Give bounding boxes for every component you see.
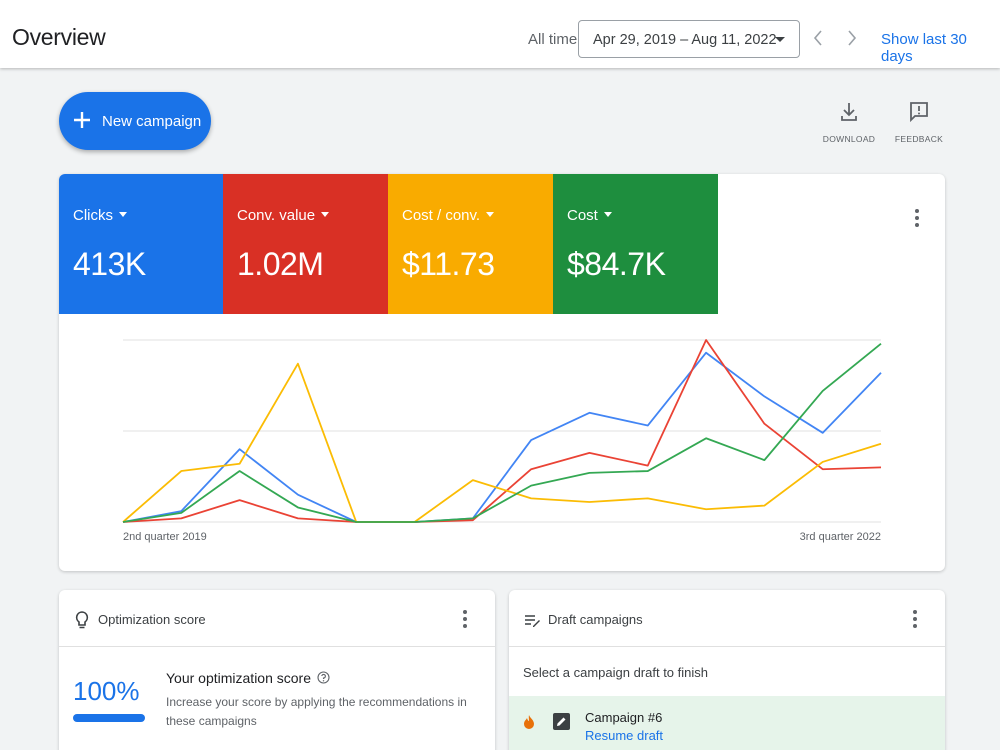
optimization-heading-text: Your optimization score bbox=[166, 670, 312, 686]
show-last-30-days-link[interactable]: Show last 30 days bbox=[881, 31, 1000, 65]
metric-label-text: Conv. value bbox=[237, 207, 316, 224]
date-range-value: Apr 29, 2019 – Aug 11, 2022 bbox=[593, 32, 777, 48]
draft-instruction: Select a campaign draft to finish bbox=[523, 665, 708, 680]
help-icon[interactable] bbox=[317, 671, 330, 684]
draft-list-item[interactable]: Campaign #6 Resume draft bbox=[509, 696, 945, 750]
metric-value: $11.73 bbox=[402, 246, 495, 282]
new-campaign-label: New campaign bbox=[102, 113, 202, 130]
lightbulb-icon bbox=[75, 611, 89, 629]
fire-icon bbox=[524, 715, 534, 729]
dropdown-arrow-icon bbox=[603, 212, 612, 217]
card-title: Draft campaigns bbox=[548, 612, 643, 627]
more-vert-icon bbox=[913, 610, 917, 628]
more-vert-icon bbox=[463, 610, 467, 628]
plus-icon bbox=[74, 112, 90, 128]
card-header: Optimization score bbox=[59, 590, 495, 647]
draft-campaigns-card: Draft campaigns Select a campaign draft … bbox=[509, 590, 945, 750]
feedback-button[interactable]: FEEDBACK bbox=[889, 100, 949, 144]
new-campaign-button[interactable]: New campaign bbox=[59, 92, 211, 150]
optimization-score-bar bbox=[73, 714, 145, 722]
download-icon bbox=[841, 103, 857, 121]
download-label: DOWNLOAD bbox=[822, 134, 876, 144]
draft-list-icon bbox=[525, 615, 540, 627]
performance-card: Clicks 413K Conv. value 1.02M Cost / con… bbox=[59, 174, 945, 571]
x-axis-label-end: 3rd quarter 2022 bbox=[799, 531, 881, 543]
date-range-select[interactable]: Apr 29, 2019 – Aug 11, 2022 bbox=[578, 20, 800, 58]
optimization-more-options-button[interactable] bbox=[457, 607, 473, 631]
metric-label[interactable]: Cost bbox=[567, 207, 612, 224]
metric-label[interactable]: Clicks bbox=[73, 207, 127, 224]
optimization-score-card: Optimization score 100% Your optimizatio… bbox=[59, 590, 495, 750]
feedback-label: FEEDBACK bbox=[894, 134, 944, 144]
x-axis-label-start: 2nd quarter 2019 bbox=[123, 531, 207, 543]
feedback-icon bbox=[910, 102, 928, 123]
metric-value: 413K bbox=[73, 246, 146, 282]
metric-label[interactable]: Cost / conv. bbox=[402, 207, 495, 224]
campaign-type-icon bbox=[553, 713, 570, 730]
more-vert-icon bbox=[915, 209, 919, 227]
metric-label-text: Cost bbox=[567, 207, 598, 224]
metric-label-text: Clicks bbox=[73, 207, 113, 224]
chevron-right-icon bbox=[848, 30, 857, 46]
optimization-heading: Your optimization score bbox=[166, 670, 330, 686]
card-title: Optimization score bbox=[98, 612, 206, 627]
dropdown-arrow-icon bbox=[486, 212, 495, 217]
dropdown-arrow-icon bbox=[321, 212, 330, 217]
download-button[interactable]: DOWNLOAD bbox=[819, 100, 879, 144]
metric-tile-cost[interactable]: Cost $84.7K bbox=[553, 174, 718, 314]
optimization-score-value: 100% bbox=[73, 676, 140, 706]
series-line-2 bbox=[122, 362, 882, 523]
drafts-more-options-button[interactable] bbox=[907, 607, 923, 631]
card-header: Draft campaigns bbox=[509, 590, 945, 647]
metric-value: $84.7K bbox=[567, 246, 666, 282]
draft-campaign-name: Campaign #6 bbox=[585, 710, 663, 725]
metric-tile-clicks[interactable]: Clicks 413K bbox=[59, 174, 224, 314]
top-bar: Overview All time Apr 29, 2019 – Aug 11,… bbox=[0, 0, 1000, 68]
resume-draft-link[interactable]: Resume draft bbox=[585, 728, 663, 743]
next-period-button[interactable] bbox=[842, 26, 862, 50]
chart-more-options-button[interactable] bbox=[909, 206, 925, 230]
dropdown-arrow-icon bbox=[119, 212, 127, 217]
optimization-description: Increase your score by applying the reco… bbox=[166, 695, 467, 728]
metric-tile-conv-value[interactable]: Conv. value 1.02M bbox=[223, 174, 388, 314]
edit-pencil-icon bbox=[557, 717, 566, 726]
page-title: Overview bbox=[12, 24, 106, 50]
previous-period-button[interactable] bbox=[808, 26, 828, 50]
metric-label-text: Cost / conv. bbox=[402, 207, 481, 224]
date-range-label: All time bbox=[528, 31, 578, 48]
metric-value: 1.02M bbox=[237, 246, 324, 282]
chevron-left-icon bbox=[813, 30, 822, 46]
series-line-0 bbox=[122, 351, 882, 523]
metric-tile-cost-per-conv[interactable]: Cost / conv. $11.73 bbox=[388, 174, 553, 314]
metric-label[interactable]: Conv. value bbox=[237, 207, 330, 224]
dropdown-arrow-icon bbox=[775, 37, 785, 42]
